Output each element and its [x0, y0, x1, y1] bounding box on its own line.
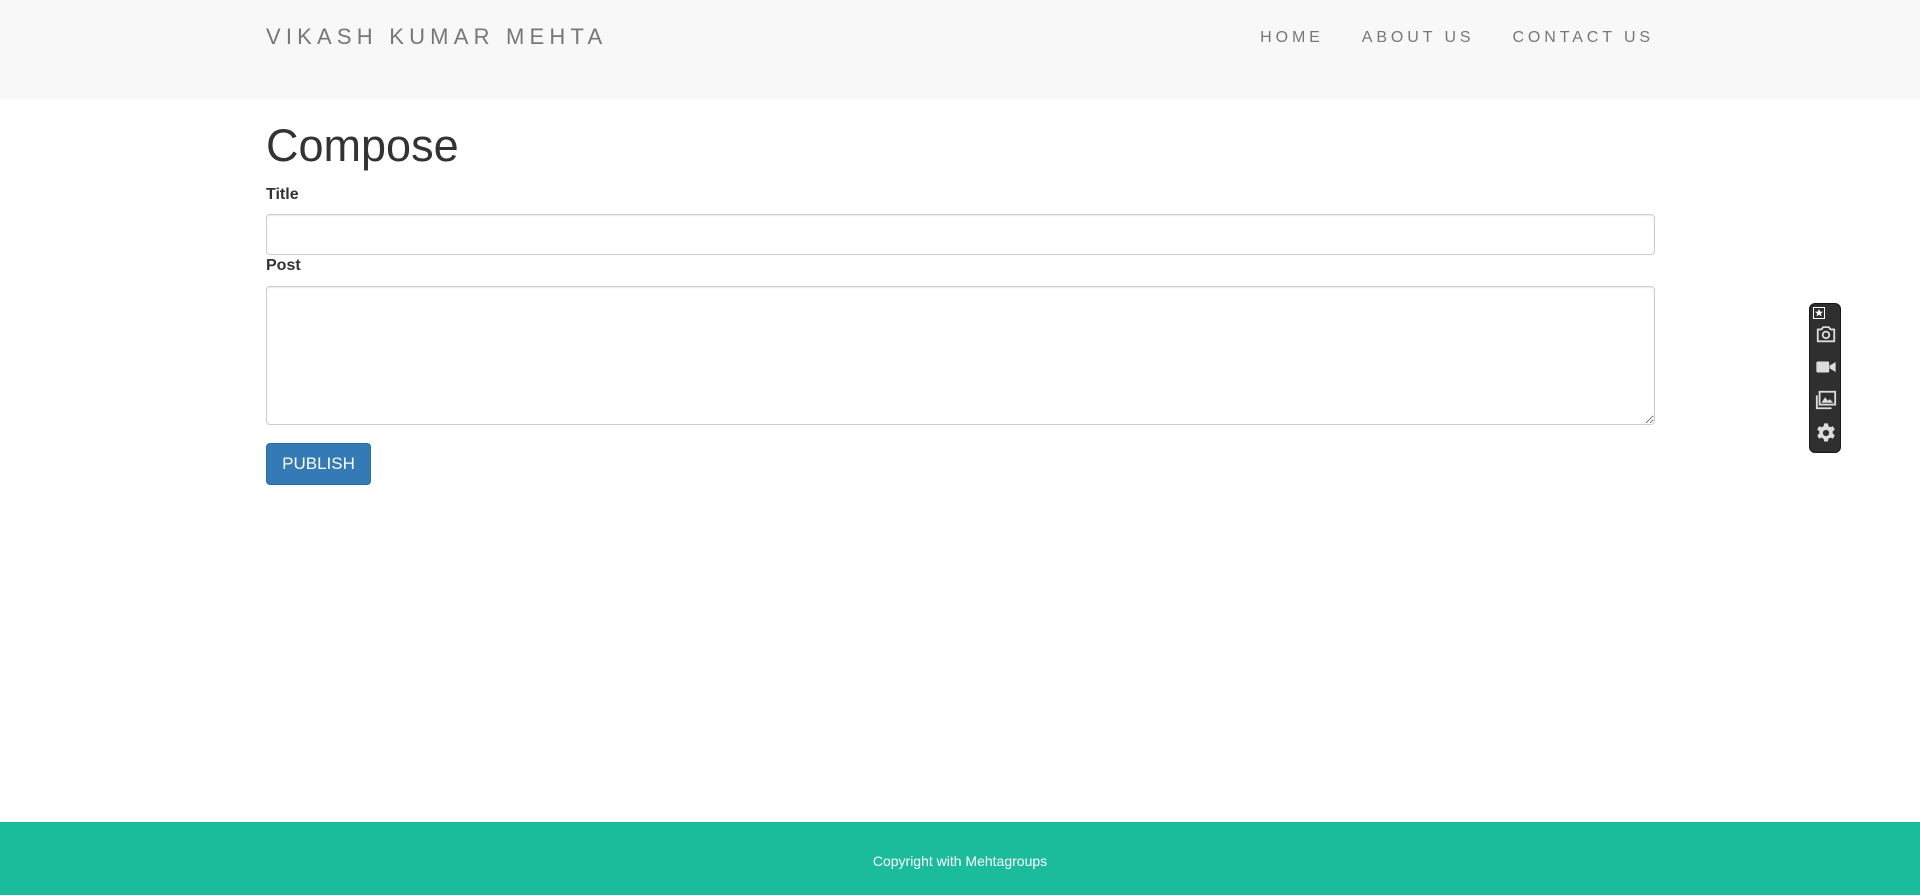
publish-button[interactable]: PUBLISH — [266, 443, 371, 485]
image-icon[interactable] — [1815, 389, 1837, 411]
capture-toolbar — [1809, 303, 1841, 453]
title-input[interactable] — [266, 214, 1655, 255]
nav-link-home[interactable]: HOME — [1260, 29, 1324, 47]
navbar: VIKASH KUMAR MEHTA HOME ABOUT US CONTACT… — [0, 0, 1920, 99]
nav-link-about[interactable]: ABOUT US — [1362, 29, 1475, 47]
brand-link[interactable]: VIKASH KUMAR MEHTA — [266, 24, 607, 50]
footer-copyright: Copyright with Mehtagroups — [872, 853, 1048, 869]
nav-links: HOME ABOUT US CONTACT US — [1222, 29, 1654, 47]
footer: Copyright with Mehtagroups — [0, 822, 1920, 895]
nav-link-contact[interactable]: CONTACT US — [1512, 29, 1654, 47]
title-label: Title — [266, 186, 299, 203]
camera-icon[interactable] — [1815, 323, 1837, 345]
gear-icon[interactable] — [1815, 422, 1837, 444]
video-icon[interactable] — [1815, 356, 1837, 378]
pin-icon[interactable] — [1813, 307, 1825, 319]
page-title: Compose — [266, 120, 459, 171]
post-label: Post — [266, 257, 301, 274]
post-textarea[interactable] — [266, 286, 1655, 425]
